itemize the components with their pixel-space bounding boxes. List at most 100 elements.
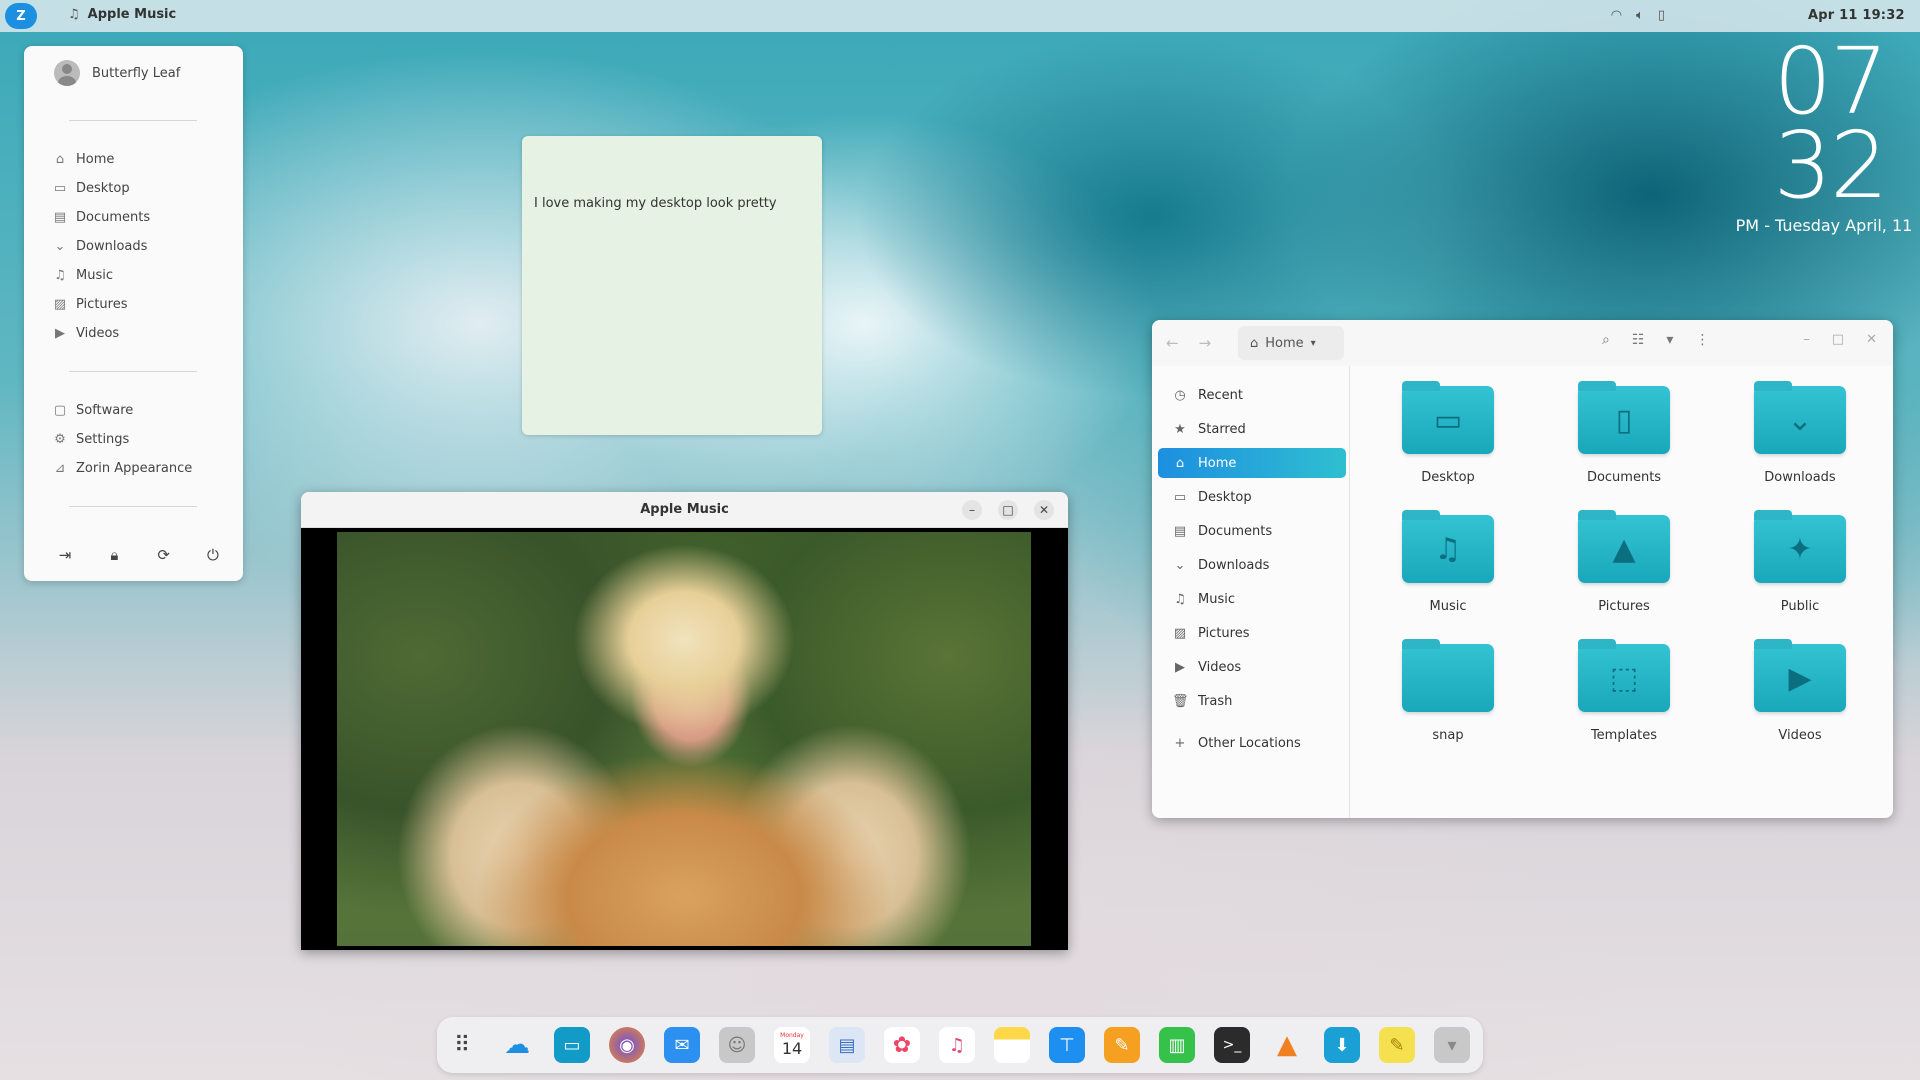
photos-icon[interactable]: ✿ (884, 1027, 920, 1063)
sidebar-item-music[interactable]: ♫ Music (1158, 584, 1346, 614)
app-grid-icon[interactable]: ⠿ (444, 1027, 480, 1063)
folder-downloads[interactable]: ⌄ Downloads (1740, 381, 1860, 485)
video-player[interactable] (301, 528, 1068, 950)
sidebar-item-label: Starred (1198, 421, 1246, 437)
zorin-menu-button[interactable]: Z (5, 3, 37, 29)
apple-music-window: Apple Music – □ ✕ (301, 492, 1068, 950)
folder-desktop[interactable]: ▭ Desktop (1388, 381, 1508, 485)
music-icon[interactable]: ♫ (939, 1027, 975, 1063)
minimize-button[interactable]: – (962, 500, 982, 520)
search-icon[interactable]: ⌕ (1602, 332, 1610, 348)
sidebar-item-downloads[interactable]: ⌄ Downloads (1158, 550, 1346, 580)
view-controls: ⌕ ☷ ▾ ⋮ (1602, 332, 1709, 348)
sticky-note[interactable]: I love making my desktop look pretty (522, 136, 822, 435)
folder-music[interactable]: ♫ Music (1388, 510, 1508, 614)
maximize-button[interactable]: □ (1832, 332, 1844, 347)
folder-label: Documents (1586, 470, 1662, 485)
terminal-icon[interactable]: >_ (1214, 1027, 1250, 1063)
software-icon[interactable]: ⬇ (1324, 1027, 1360, 1063)
sidebar-item-desktop[interactable]: ▭ Desktop (1158, 482, 1346, 512)
menu-item-pictures[interactable]: ▨ Pictures (52, 295, 150, 314)
wifi-icon[interactable]: ◠ (1611, 8, 1622, 23)
calendar-icon[interactable]: Monday 14 (774, 1027, 810, 1063)
sidebar-item-label: Recent (1198, 387, 1243, 403)
system-tray[interactable]: ◠ 🔈︎ ▯ (1611, 8, 1665, 23)
home-icon: ⌂ (55, 152, 65, 167)
folder-snap[interactable]: snap (1388, 639, 1508, 743)
view-options-chevron-icon[interactable]: ▾ (1666, 332, 1673, 348)
menu-system: ▢ Software ⚙ Settings ⊿ Zorin Appearance (52, 401, 192, 478)
document-viewer-icon[interactable]: ▤ (829, 1027, 865, 1063)
music-video-frame[interactable] (337, 532, 1031, 946)
list-view-icon[interactable]: ☷ (1632, 332, 1645, 348)
sidebar-item-other-locations[interactable]: + Other Locations (1158, 728, 1346, 758)
pictures-folder-icon: ▲ (1578, 510, 1670, 583)
sidebar-item-starred[interactable]: ★ Starred (1158, 414, 1346, 444)
notes-icon[interactable] (994, 1027, 1030, 1063)
sidebar-item-pictures[interactable]: ▨ Pictures (1158, 618, 1346, 648)
path-bar-home[interactable]: ⌂ Home ▾ (1238, 326, 1344, 360)
top-clock[interactable]: Apr 11 19:32 (1808, 8, 1905, 23)
minimize-button[interactable]: – (1803, 332, 1810, 347)
menu-item-videos[interactable]: ▶ Videos (52, 324, 150, 343)
divider (69, 120, 197, 121)
firefox-icon[interactable]: ◉ (609, 1027, 645, 1063)
user-account[interactable]: Butterfly Leaf (54, 60, 180, 86)
documents-icon: ▤ (53, 210, 67, 225)
sidebar-item-home[interactable]: ⌂ Home (1158, 448, 1346, 478)
vlc-icon[interactable]: ▲ (1269, 1027, 1305, 1063)
maximize-button[interactable]: □ (998, 500, 1018, 520)
active-app-name: Apple Music (87, 7, 177, 22)
power-icon[interactable]: ⏻ (202, 546, 224, 564)
downloads-icon: ⌄ (54, 239, 66, 254)
folder-public[interactable]: ✦ Public (1740, 510, 1860, 614)
menu-dots-icon[interactable]: ⋮ (1695, 332, 1709, 348)
close-button[interactable]: ✕ (1866, 332, 1877, 347)
folder-label: Downloads (1764, 470, 1836, 485)
menu-item-software[interactable]: ▢ Software (52, 401, 192, 420)
desktop-clock-widget: 07 32 PM - Tuesday April, 11 (1736, 36, 1915, 236)
sidebar-item-trash[interactable]: 🗑︎ Trash (1158, 686, 1346, 716)
menu-item-desktop[interactable]: ▭ Desktop (52, 179, 150, 198)
contacts-icon[interactable]: ☺ (719, 1027, 755, 1063)
close-button[interactable]: ✕ (1034, 500, 1054, 520)
menu-item-zorin-appearance[interactable]: ⊿ Zorin Appearance (52, 459, 193, 478)
menu-item-home[interactable]: ⌂ Home (52, 150, 150, 169)
folder-videos[interactable]: ▶ Videos (1740, 639, 1860, 743)
files-sidebar: ◷ Recent ★ Starred ⌂ Home ▭ Desktop ▤ Documen… (1152, 366, 1350, 818)
sidebar-item-videos[interactable]: ▶ Videos (1158, 652, 1346, 682)
active-app-indicator[interactable]: ♫ Apple Music (68, 7, 176, 22)
menu-item-settings[interactable]: ⚙ Settings (52, 430, 192, 449)
files-icon[interactable]: ▭ (554, 1027, 590, 1063)
files-headerbar[interactable]: ← → ⌂ Home ▾ ⌕ ☷ ▾ ⋮ – □ ✕ (1152, 320, 1893, 366)
trash-icon[interactable]: ▾ (1434, 1027, 1470, 1063)
folder-label: snap (1432, 728, 1464, 743)
menu-item-downloads[interactable]: ⌄ Downloads (52, 237, 150, 256)
sidebar-item-recent[interactable]: ◷ Recent (1158, 380, 1346, 410)
icloud-icon[interactable]: ☁ (499, 1027, 535, 1063)
pages-icon[interactable]: ✎ (1104, 1027, 1140, 1063)
folder-documents[interactable]: ▯ Documents (1564, 381, 1684, 485)
window-controls: – □ ✕ (962, 500, 1054, 520)
window-titlebar[interactable]: Apple Music – □ ✕ (301, 492, 1068, 528)
folder-pictures[interactable]: ▲ Pictures (1564, 510, 1684, 614)
volume-icon[interactable]: 🔈︎ (1636, 8, 1644, 23)
back-arrow-icon[interactable]: ← (1166, 334, 1179, 352)
restart-icon[interactable]: ⟳ (153, 546, 175, 564)
logout-icon[interactable]: ⇥ (54, 546, 76, 564)
sidebar-item-documents[interactable]: ▤ Documents (1158, 516, 1346, 546)
forward-arrow-icon[interactable]: → (1199, 334, 1212, 352)
menu-item-documents[interactable]: ▤ Documents (52, 208, 150, 227)
sticky-notes-icon[interactable]: ✎ (1379, 1027, 1415, 1063)
trash-icon: 🗑︎ (1172, 693, 1189, 709)
menu-item-label: Music (76, 268, 113, 283)
keynote-icon[interactable]: ⊤ (1049, 1027, 1085, 1063)
mail-icon[interactable]: ✉ (664, 1027, 700, 1063)
menu-item-music[interactable]: ♫ Music (52, 266, 150, 285)
dock: ⠿ ☁ ▭ ◉ ✉ ☺ Monday 14 ▤ ✿ ♫ ⊤ ✎ ▥ >_ ▲ ⬇… (437, 1017, 1483, 1073)
sticky-note-text[interactable]: I love making my desktop look pretty (534, 196, 777, 211)
lock-icon[interactable]: 🔒︎ (103, 546, 125, 564)
numbers-icon[interactable]: ▥ (1159, 1027, 1195, 1063)
folder-templates[interactable]: ⬚ Templates (1564, 639, 1684, 743)
battery-icon[interactable]: ▯ (1658, 8, 1665, 23)
